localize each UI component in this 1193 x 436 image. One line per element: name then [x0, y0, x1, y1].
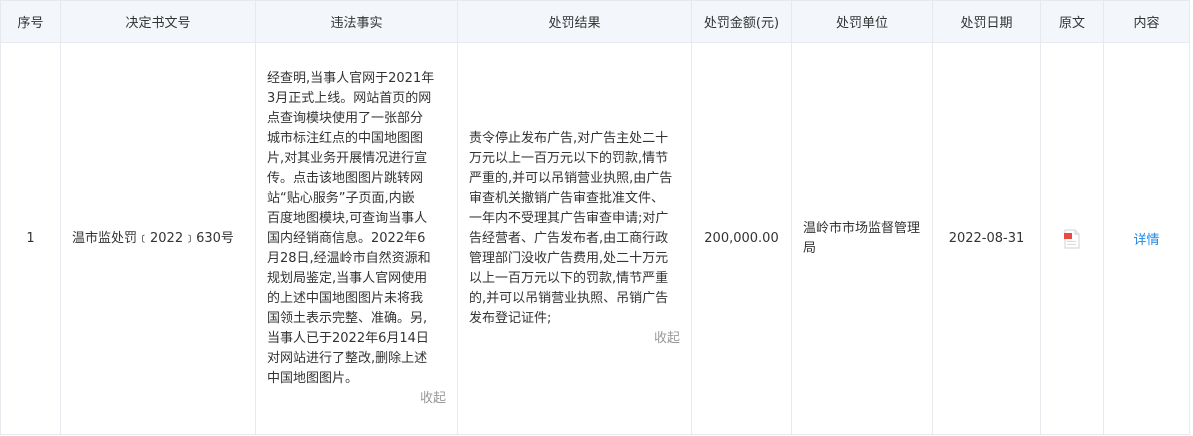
facts-text: 经查明,当事人官网于2021年 3月正式上线。网站首页的网 点查询模块使用了一张… [267, 69, 446, 409]
result-line: 责令停止发布广告,对广告主处二十 [469, 130, 669, 146]
facts-line: 中国地图图片。 [267, 370, 359, 386]
cell-content: 详情 [1103, 42, 1190, 435]
detail-link[interactable]: 详情 [1133, 233, 1159, 248]
facts-line: 3月正式上线。网站首页的网 [267, 90, 432, 106]
result-line: 告经营者、广告发布者,由工商行政 [469, 230, 669, 246]
facts-line: 国内经销商信息。2022年6 [267, 230, 426, 246]
facts-line: 百度地图模块,可查询当事人 [267, 210, 428, 226]
facts-line: 城市标注红点的中国地图图 [267, 130, 424, 146]
header-content: 内容 [1103, 0, 1190, 43]
facts-line: 经查明,当事人官网于2021年 [267, 70, 435, 86]
facts-collapse-button[interactable]: 收起 [267, 389, 446, 409]
cell-doc-no: 温市监处罚﹝2022﹞630号 [60, 42, 256, 435]
header-facts: 违法事实 [255, 0, 458, 43]
facts-line: 传。点击该地图图片跳转网 [267, 170, 424, 186]
cell-original [1040, 42, 1104, 435]
result-line: 以上一百万元以下的罚款,情节严重 [469, 270, 669, 286]
facts-line: 的上述中国地图图片未将我 [267, 290, 424, 306]
cell-result: 责令停止发布广告,对广告主处二十 万元以上一百万元以下的罚款,情节 严重的,并可… [457, 42, 692, 435]
facts-line: 月28日,经温岭市自然资源和 [267, 250, 431, 266]
penalty-table: 序号 决定书文号 违法事实 处罚结果 处罚金额(元) 处罚单位 处罚日期 原文 … [0, 0, 1190, 435]
table-row: 1 温市监处罚﹝2022﹞630号 经查明,当事人官网于2021年 3月正式上线… [0, 42, 1190, 435]
header-index: 序号 [0, 0, 61, 43]
facts-line: 规划局鉴定,当事人官网使用 [267, 270, 428, 286]
cell-unit: 温岭市市场监督管理 局 [791, 42, 933, 435]
facts-line: 当事人已于2022年6月14日 [267, 330, 429, 346]
header-doc-no: 决定书文号 [60, 0, 256, 43]
facts-line: 国领土表示完整、准确。另, [267, 310, 428, 326]
result-line: 一年内不受理其广告审查申请;对广 [469, 210, 669, 226]
header-date: 处罚日期 [932, 0, 1041, 43]
header-unit: 处罚单位 [791, 0, 933, 43]
result-text: 责令停止发布广告,对广告主处二十 万元以上一百万元以下的罚款,情节 严重的,并可… [469, 129, 680, 349]
cell-index: 1 [0, 42, 61, 435]
result-line: 审查机关撤销广告审查批准文件、 [469, 190, 665, 206]
cell-facts: 经查明,当事人官网于2021年 3月正式上线。网站首页的网 点查询模块使用了一张… [255, 42, 458, 435]
facts-line: 站“贴心服务”子页面,内嵌 [267, 190, 415, 206]
table-header-row: 序号 决定书文号 违法事实 处罚结果 处罚金额(元) 处罚单位 处罚日期 原文 … [0, 0, 1190, 43]
header-amount: 处罚金额(元) [691, 0, 792, 43]
header-result: 处罚结果 [457, 0, 692, 43]
facts-line: 片,对其业务开展情况进行宣 [267, 150, 428, 166]
result-line: 管理部门没收广告费用,处二十万元 [469, 250, 669, 266]
facts-line: 点查询模块使用了一张部分 [267, 110, 424, 126]
cell-amount: 200,000.00 [691, 42, 792, 435]
result-collapse-button[interactable]: 收起 [469, 329, 680, 349]
result-line: 发布登记证件; [469, 310, 552, 326]
result-line: 万元以上一百万元以下的罚款,情节 [469, 150, 669, 166]
header-original: 原文 [1040, 0, 1104, 43]
unit-line: 局 [803, 240, 817, 256]
result-line: 严重的,并可以吊销营业执照,由广告 [469, 170, 673, 186]
unit-line: 温岭市市场监督管理 [803, 220, 921, 236]
cell-date: 2022-08-31 [932, 42, 1041, 435]
pdf-file-icon[interactable] [1064, 229, 1080, 249]
result-line: 的,并可以吊销营业执照、吊销广告 [469, 290, 669, 306]
facts-line: 对网站进行了整改,删除上述 [267, 350, 428, 366]
